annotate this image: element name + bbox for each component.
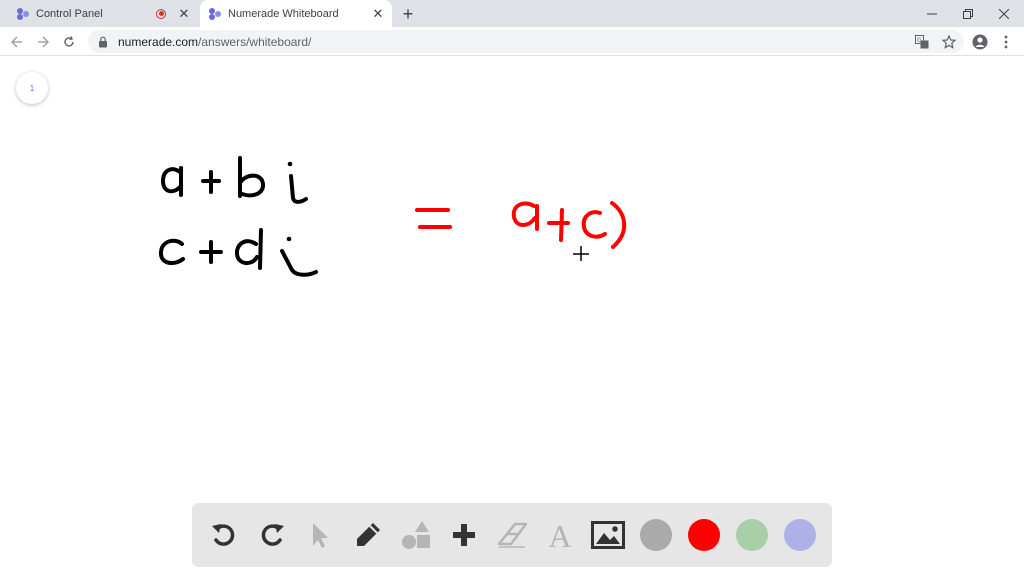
shapes-icon[interactable]	[398, 517, 434, 553]
text-icon[interactable]: A	[542, 517, 578, 553]
color-swatch-red[interactable]	[688, 519, 720, 551]
color-swatch-green[interactable]	[736, 519, 768, 551]
url-text: numerade.com/answers/whiteboard/	[118, 35, 311, 49]
svg-text:A: A	[548, 519, 571, 551]
recording-icon	[156, 8, 166, 19]
redo-icon[interactable]	[254, 517, 290, 553]
url-host: numerade.com	[118, 34, 199, 49]
svg-text:G: G	[917, 37, 922, 44]
color-swatch-lavender[interactable]	[784, 519, 816, 551]
tab-title: Numerade Whiteboard	[228, 7, 339, 20]
page-number-badge[interactable]: 1	[16, 72, 48, 104]
numerade-logo-icon	[208, 7, 222, 21]
tab-strip: Control Panel ✕ Numerade Whiteboard ✕ +	[0, 0, 1024, 27]
whiteboard-canvas[interactable]	[0, 57, 1024, 576]
plus-icon[interactable]	[446, 517, 482, 553]
tab-numerade-whiteboard[interactable]: Numerade Whiteboard ✕	[200, 0, 392, 27]
undo-icon[interactable]	[206, 517, 242, 553]
profile-avatar-icon[interactable]	[969, 31, 991, 53]
close-tab-icon[interactable]: ✕	[370, 6, 386, 22]
pointer-icon[interactable]	[302, 517, 338, 553]
translate-icon[interactable]: G	[911, 31, 933, 53]
numerade-logo-icon	[16, 7, 30, 21]
tab-control-panel[interactable]: Control Panel ✕	[6, 0, 198, 27]
menu-kebab-icon[interactable]	[995, 31, 1017, 53]
forward-icon[interactable]	[32, 31, 54, 53]
pencil-icon[interactable]	[350, 517, 386, 553]
new-tab-button[interactable]: +	[398, 4, 418, 24]
close-tab-icon[interactable]: ✕	[176, 6, 192, 22]
browser-toolbar: numerade.com/answers/whiteboard/ G	[0, 27, 1024, 56]
bookmark-star-icon[interactable]	[938, 31, 960, 53]
minimize-icon[interactable]	[914, 0, 950, 27]
image-icon[interactable]	[590, 517, 626, 553]
eraser-icon[interactable]	[494, 517, 530, 553]
color-swatch-gray[interactable]	[640, 519, 672, 551]
back-icon[interactable]	[6, 31, 28, 53]
address-bar[interactable]: numerade.com/answers/whiteboard/	[88, 30, 964, 53]
close-window-icon[interactable]	[986, 0, 1022, 27]
tab-title: Control Panel	[36, 7, 103, 20]
lock-icon	[98, 36, 110, 48]
url-path: /answers/whiteboard/	[198, 34, 312, 49]
restore-icon[interactable]	[950, 0, 986, 27]
page-number: 1	[29, 83, 35, 93]
tool-palette: A	[192, 503, 832, 567]
reload-icon[interactable]	[58, 31, 80, 53]
